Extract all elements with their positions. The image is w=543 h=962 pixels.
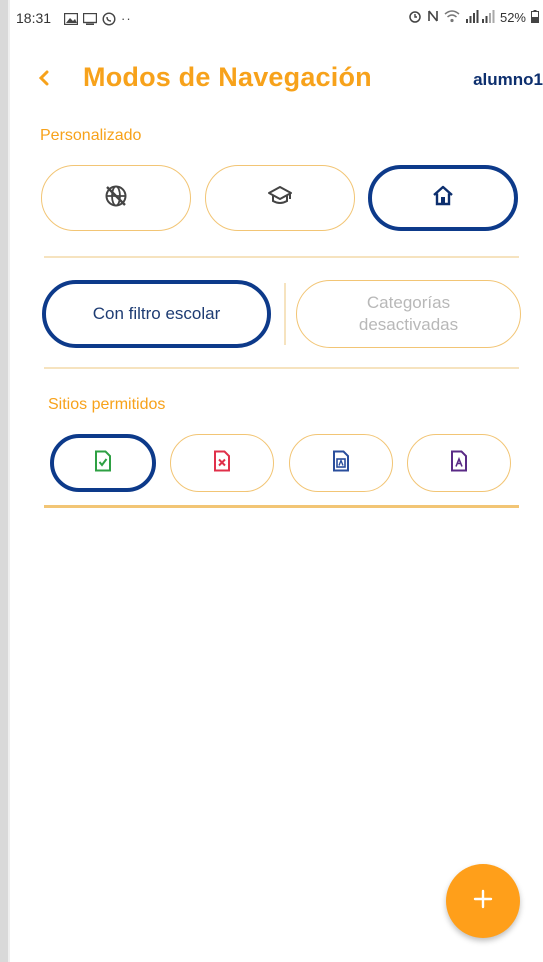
plus-icon xyxy=(473,889,493,914)
categories-disabled-label: Categorías desactivadas xyxy=(359,292,458,336)
categories-disabled-line1: Categorías xyxy=(366,293,451,312)
wifi-icon xyxy=(444,9,460,26)
status-time: 18:31 xyxy=(16,10,52,26)
battery-icon xyxy=(531,9,539,26)
document-check-icon xyxy=(94,450,112,477)
alarm-icon xyxy=(408,9,422,26)
home-icon xyxy=(431,184,455,213)
vertical-divider xyxy=(284,283,286,345)
page-title: Modos de Navegación xyxy=(83,62,372,92)
status-notifications: ·· xyxy=(64,11,132,26)
categories-disabled-button[interactable]: Categorías desactivadas xyxy=(296,280,521,348)
cast-icon xyxy=(83,12,97,25)
school-filter-label: Con filtro escolar xyxy=(92,304,221,323)
mode-home-button[interactable] xyxy=(368,165,518,231)
device-frame-edge xyxy=(0,0,8,962)
gallery-icon xyxy=(64,12,78,25)
app-screen: 18:31 ·· 52% Modos de Navegación alumno1… xyxy=(10,0,543,962)
sites-purple-list-button[interactable] xyxy=(407,434,511,492)
globe-disabled-icon xyxy=(103,183,129,214)
divider xyxy=(44,367,519,369)
sites-blue-list-button[interactable] xyxy=(289,434,393,492)
section-label-personalizado: Personalizado xyxy=(40,127,142,144)
status-system-icons: 52% xyxy=(408,9,539,26)
battery-level: 52% xyxy=(499,10,526,25)
add-fab-button[interactable] xyxy=(446,864,520,938)
sites-blocked-button[interactable] xyxy=(170,434,274,492)
more-dots-icon: ·· xyxy=(121,11,132,26)
divider xyxy=(44,256,519,258)
mode-school-button[interactable] xyxy=(205,165,355,231)
nfc-icon xyxy=(427,9,439,26)
mode-no-internet-button[interactable] xyxy=(41,165,191,231)
whatsapp-icon xyxy=(102,11,116,26)
chevron-left-icon xyxy=(38,70,49,86)
categories-disabled-line2: desactivadas xyxy=(358,315,459,334)
school-filter-button[interactable]: Con filtro escolar xyxy=(42,280,271,348)
status-bar: 18:31 ·· 52% xyxy=(10,0,543,34)
username-label: alumno1 xyxy=(473,70,543,89)
signal-icon xyxy=(465,9,495,26)
section-label-sitios-permitidos: Sitios permitidos xyxy=(48,396,166,413)
document-blue-icon xyxy=(332,450,350,477)
divider xyxy=(44,505,519,508)
document-x-icon xyxy=(213,450,231,477)
document-purple-icon xyxy=(450,450,468,477)
graduation-cap-icon xyxy=(267,184,293,213)
sites-allowed-button[interactable] xyxy=(50,434,156,492)
back-button[interactable] xyxy=(38,66,50,92)
